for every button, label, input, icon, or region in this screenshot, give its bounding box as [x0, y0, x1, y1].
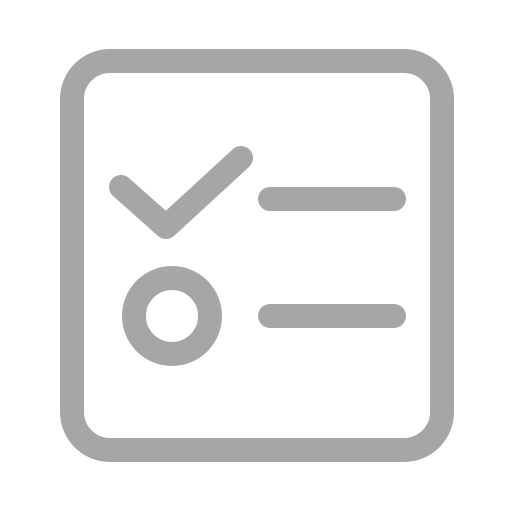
- task-list-icon: [60, 49, 454, 462]
- icon-canvas: [0, 0, 512, 512]
- circle-icon: [122, 266, 222, 366]
- checkmark-icon: [109, 146, 253, 239]
- rounded-square-frame-icon: [60, 49, 454, 462]
